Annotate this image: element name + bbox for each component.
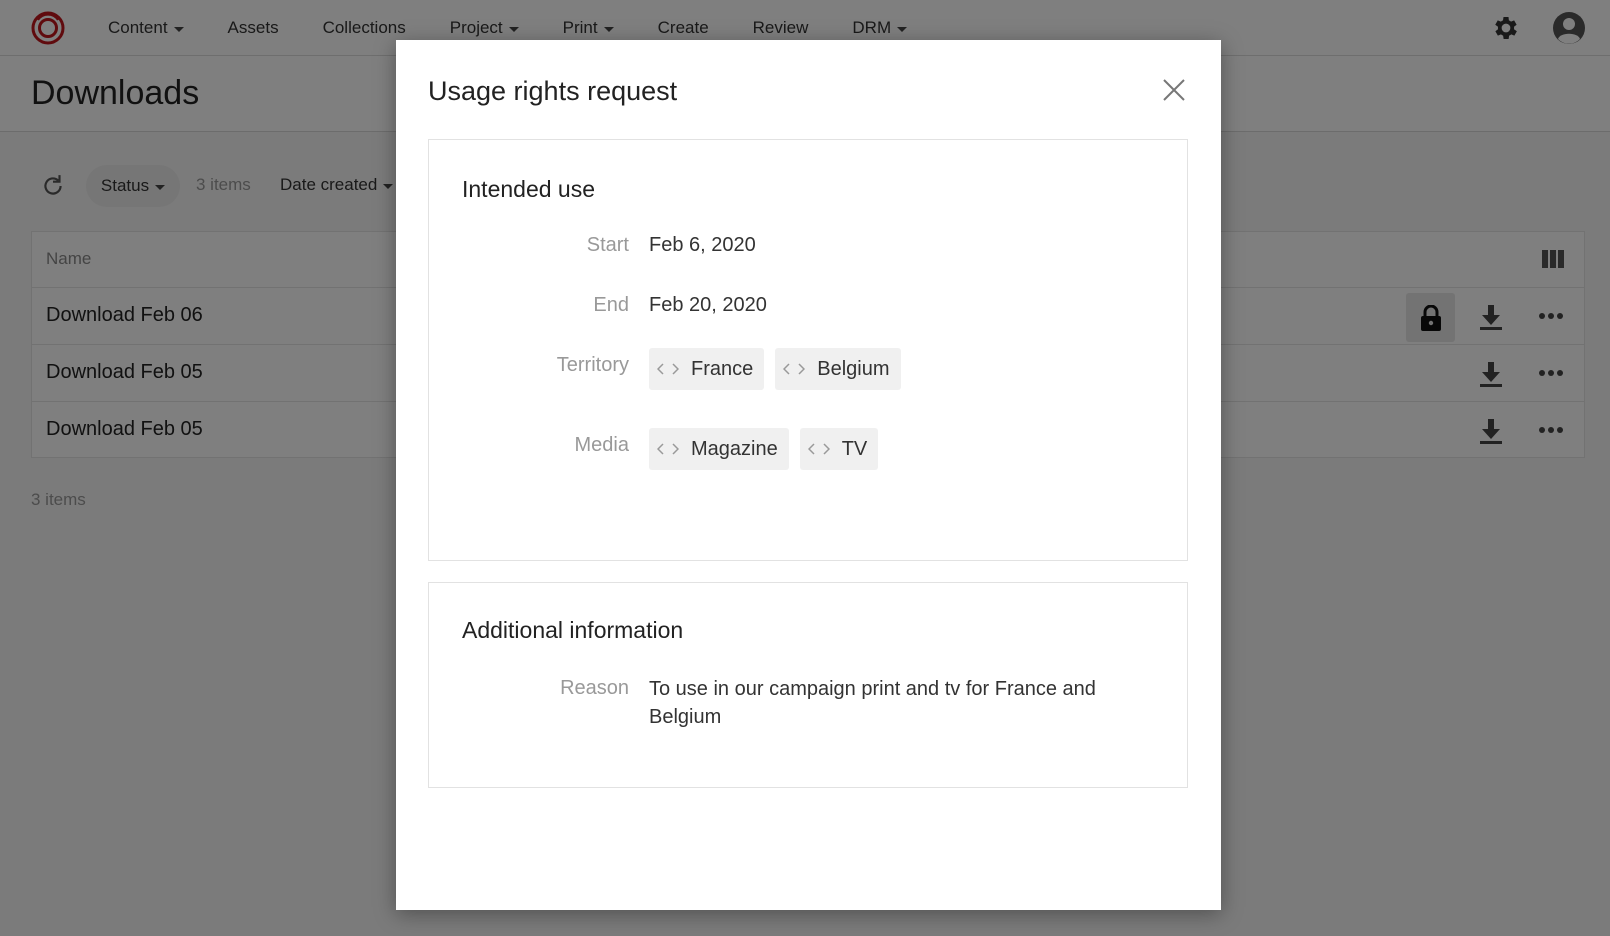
start-label: Start xyxy=(586,234,629,256)
code-brackets-icon xyxy=(807,443,830,455)
media-tag-label: Magazine xyxy=(691,437,778,460)
territory-tag: France xyxy=(649,348,765,390)
start-value: Feb 6, 2020 xyxy=(649,234,756,256)
end-value: Feb 20, 2020 xyxy=(649,294,767,316)
code-brackets-icon xyxy=(657,443,679,455)
usage-rights-modal: Usage rights request Intended use Start … xyxy=(396,40,1221,910)
media-tag-label: TV xyxy=(841,437,868,460)
territory-tag: Belgium xyxy=(775,348,901,390)
close-icon[interactable] xyxy=(1161,77,1187,103)
code-brackets-icon xyxy=(783,363,806,375)
territory-tag-label: France xyxy=(691,357,754,380)
intended-use-title: Intended use xyxy=(462,176,596,202)
additional-information-title: Additional information xyxy=(462,617,684,643)
media-tag: TV xyxy=(799,428,879,470)
territory-label: Territory xyxy=(556,354,629,376)
modal-title: Usage rights request xyxy=(428,76,678,106)
territory-tags: France Belgium xyxy=(649,348,912,390)
media-label: Media xyxy=(574,434,629,456)
reason-label: Reason xyxy=(560,677,629,699)
reason-value: To use in our campaign print and tv for … xyxy=(649,678,1096,728)
intended-use-card: Intended use Start Feb 6, 2020 End Feb 2… xyxy=(428,139,1188,561)
media-tag: Magazine xyxy=(649,428,789,470)
code-brackets-icon xyxy=(657,363,679,375)
end-label: End xyxy=(593,294,629,316)
territory-tag-label: Belgium xyxy=(817,357,890,380)
additional-information-card: Additional information Reason To use in … xyxy=(428,582,1188,788)
media-tags: Magazine TV xyxy=(649,428,889,470)
